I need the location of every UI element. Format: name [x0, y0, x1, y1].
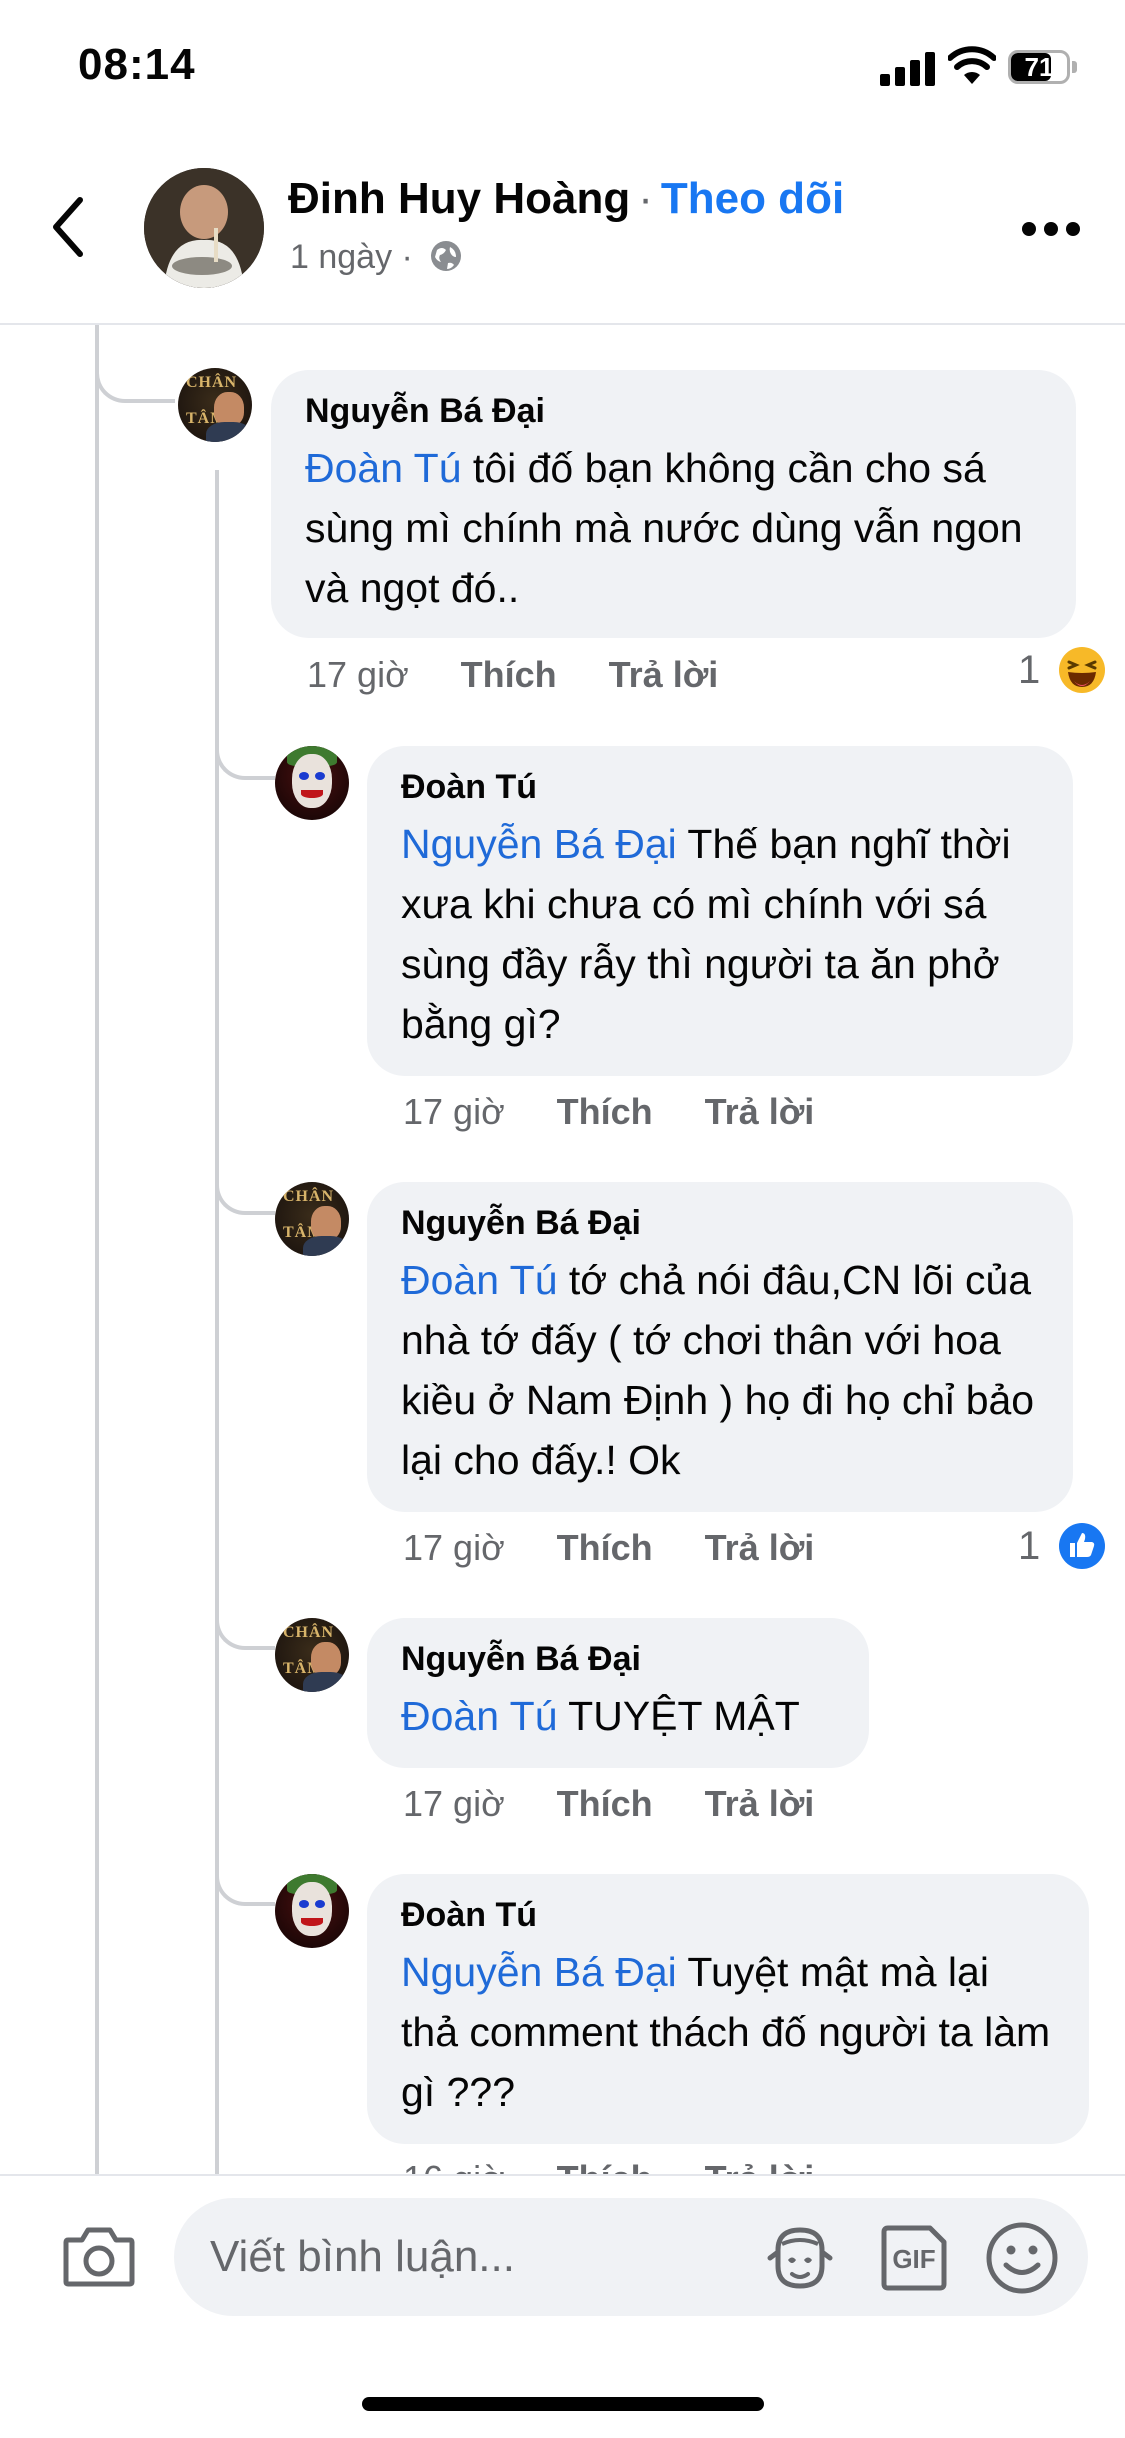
- reaction-count: 1: [1018, 1523, 1041, 1568]
- more-options-icon[interactable]: [1022, 222, 1080, 238]
- author-name-line: Đinh Huy Hoàng · Theo dõi: [288, 174, 844, 224]
- home-indicator[interactable]: [362, 2397, 764, 2411]
- battery-icon: 71: [1008, 50, 1078, 86]
- comment-text: Nguyễn Bá Đại Tuyệt mật mà lại thả comme…: [401, 1949, 1051, 2115]
- reaction-summary[interactable]: 1: [1018, 645, 1107, 695]
- reply-button[interactable]: Trả lời: [705, 1091, 815, 1133]
- reaction-count: 1: [1018, 647, 1041, 692]
- comment-time: 17 giờ: [403, 1783, 505, 1824]
- comment-text: Đoàn Tú tôi đố bạn không cần cho sá sùng…: [305, 445, 1023, 611]
- haha-icon: [1059, 647, 1106, 693]
- author-avatar[interactable]: [144, 168, 264, 288]
- comment-bubble[interactable]: Đoàn Tú Nguyễn Bá Đại Thế bạn nghĩ thời …: [367, 746, 1073, 1076]
- comment-text: Đoàn Tú tớ chả nói đâu,CN lõi của nhà tớ…: [401, 1257, 1035, 1483]
- comment-bubble[interactable]: Nguyễn Bá Đại Đoàn Tú tôi đố bạn không c…: [271, 370, 1076, 638]
- mention-link[interactable]: Nguyễn Bá Đại: [401, 821, 677, 867]
- reply-button[interactable]: Trả lời: [705, 1783, 815, 1825]
- comment-time: 17 giờ: [403, 1091, 505, 1132]
- mention-link[interactable]: Nguyễn Bá Đại: [401, 1949, 677, 1995]
- comment-author[interactable]: Đoàn Tú: [401, 766, 1039, 808]
- status-bar: 08:14 71: [0, 0, 1125, 140]
- comment-time: 17 giờ: [403, 1527, 505, 1568]
- like-button[interactable]: Thích: [557, 1091, 653, 1133]
- commenter-avatar[interactable]: [275, 1874, 349, 1948]
- meta-dot: ·: [401, 238, 413, 276]
- gif-label: GIF: [892, 2244, 935, 2274]
- gif-icon[interactable]: GIF: [878, 2222, 950, 2294]
- like-button[interactable]: Thích: [461, 654, 557, 696]
- globe-icon: [431, 241, 462, 271]
- commenter-avatar[interactable]: CHÂN TÂM: [178, 368, 252, 442]
- reply-button[interactable]: Trả lời: [705, 1527, 815, 1569]
- comment-bubble[interactable]: Nguyễn Bá Đại Đoàn Tú TUYỆT MẬT: [367, 1618, 869, 1768]
- header-separator: ·: [638, 174, 653, 223]
- comment-bubble[interactable]: Nguyễn Bá Đại Đoàn Tú tớ chả nói đâu,CN …: [367, 1182, 1073, 1512]
- mention-link[interactable]: Đoàn Tú: [401, 1693, 558, 1739]
- like-button[interactable]: Thích: [557, 1783, 653, 1825]
- comment-author[interactable]: Nguyễn Bá Đại: [401, 1202, 1039, 1244]
- comment-actions: 17 giờ Thích Trả lời: [307, 654, 770, 696]
- comment-actions: 17 giờ Thích Trả lời: [403, 1783, 866, 1825]
- comment-bubble[interactable]: Đoàn Tú Nguyễn Bá Đại Tuyệt mật mà lại t…: [367, 1874, 1089, 2144]
- author-name[interactable]: Đinh Huy Hoàng: [288, 174, 630, 223]
- comment-actions: 17 giờ Thích Trả lời: [403, 1527, 866, 1569]
- comment-text: Đoàn Tú TUYỆT MẬT: [401, 1693, 800, 1739]
- reaction-summary[interactable]: 1: [1018, 1521, 1107, 1571]
- avatar-sticker-icon[interactable]: [764, 2222, 836, 2294]
- emoji-icon[interactable]: [984, 2220, 1060, 2296]
- like-icon: [1059, 1523, 1106, 1569]
- commenter-avatar[interactable]: [275, 746, 349, 820]
- thread-curve: [215, 1135, 275, 1215]
- battery-level-text: 71: [1024, 52, 1054, 82]
- comment-input[interactable]: [210, 2198, 730, 2316]
- wifi-icon: [948, 46, 996, 84]
- thread-curve: [215, 1570, 275, 1650]
- commenter-avatar[interactable]: CHÂN TÂM: [275, 1618, 349, 1692]
- comment-time: 17 giờ: [307, 654, 409, 695]
- comment-author[interactable]: Đoàn Tú: [401, 1894, 1055, 1936]
- post-time[interactable]: 1 ngày: [290, 238, 392, 276]
- camera-icon[interactable]: [62, 2224, 136, 2288]
- post-meta: 1 ngày ·: [290, 238, 464, 277]
- comment-composer: GIF: [0, 2174, 1125, 2438]
- like-button[interactable]: Thích: [557, 1527, 653, 1569]
- post-header: Đinh Huy Hoàng · Theo dõi 1 ngày ·: [0, 140, 1125, 325]
- comment-actions: 17 giờ Thích Trả lời: [403, 1091, 866, 1133]
- comment-input-pill[interactable]: GIF: [174, 2198, 1088, 2316]
- thread-curve: [215, 1826, 275, 1906]
- follow-button[interactable]: Theo dõi: [661, 174, 844, 223]
- commenter-avatar[interactable]: CHÂN TÂM: [275, 1182, 349, 1256]
- mention-link[interactable]: Đoàn Tú: [305, 445, 462, 491]
- cellular-signal-icon: [880, 52, 936, 86]
- thread-curve: [215, 700, 275, 780]
- thread-curve: [95, 325, 175, 403]
- comment-author[interactable]: Nguyễn Bá Đại: [401, 1638, 835, 1680]
- comment-author[interactable]: Nguyễn Bá Đại: [305, 390, 1042, 432]
- thread-line-outer: [95, 325, 99, 2175]
- mention-link[interactable]: Đoàn Tú: [401, 1257, 558, 1303]
- status-time: 08:14: [78, 40, 196, 89]
- reply-button[interactable]: Trả lời: [609, 654, 719, 696]
- comment-text: Nguyễn Bá Đại Thế bạn nghĩ thời xưa khi …: [401, 821, 1011, 1047]
- back-arrow-icon[interactable]: [44, 192, 94, 262]
